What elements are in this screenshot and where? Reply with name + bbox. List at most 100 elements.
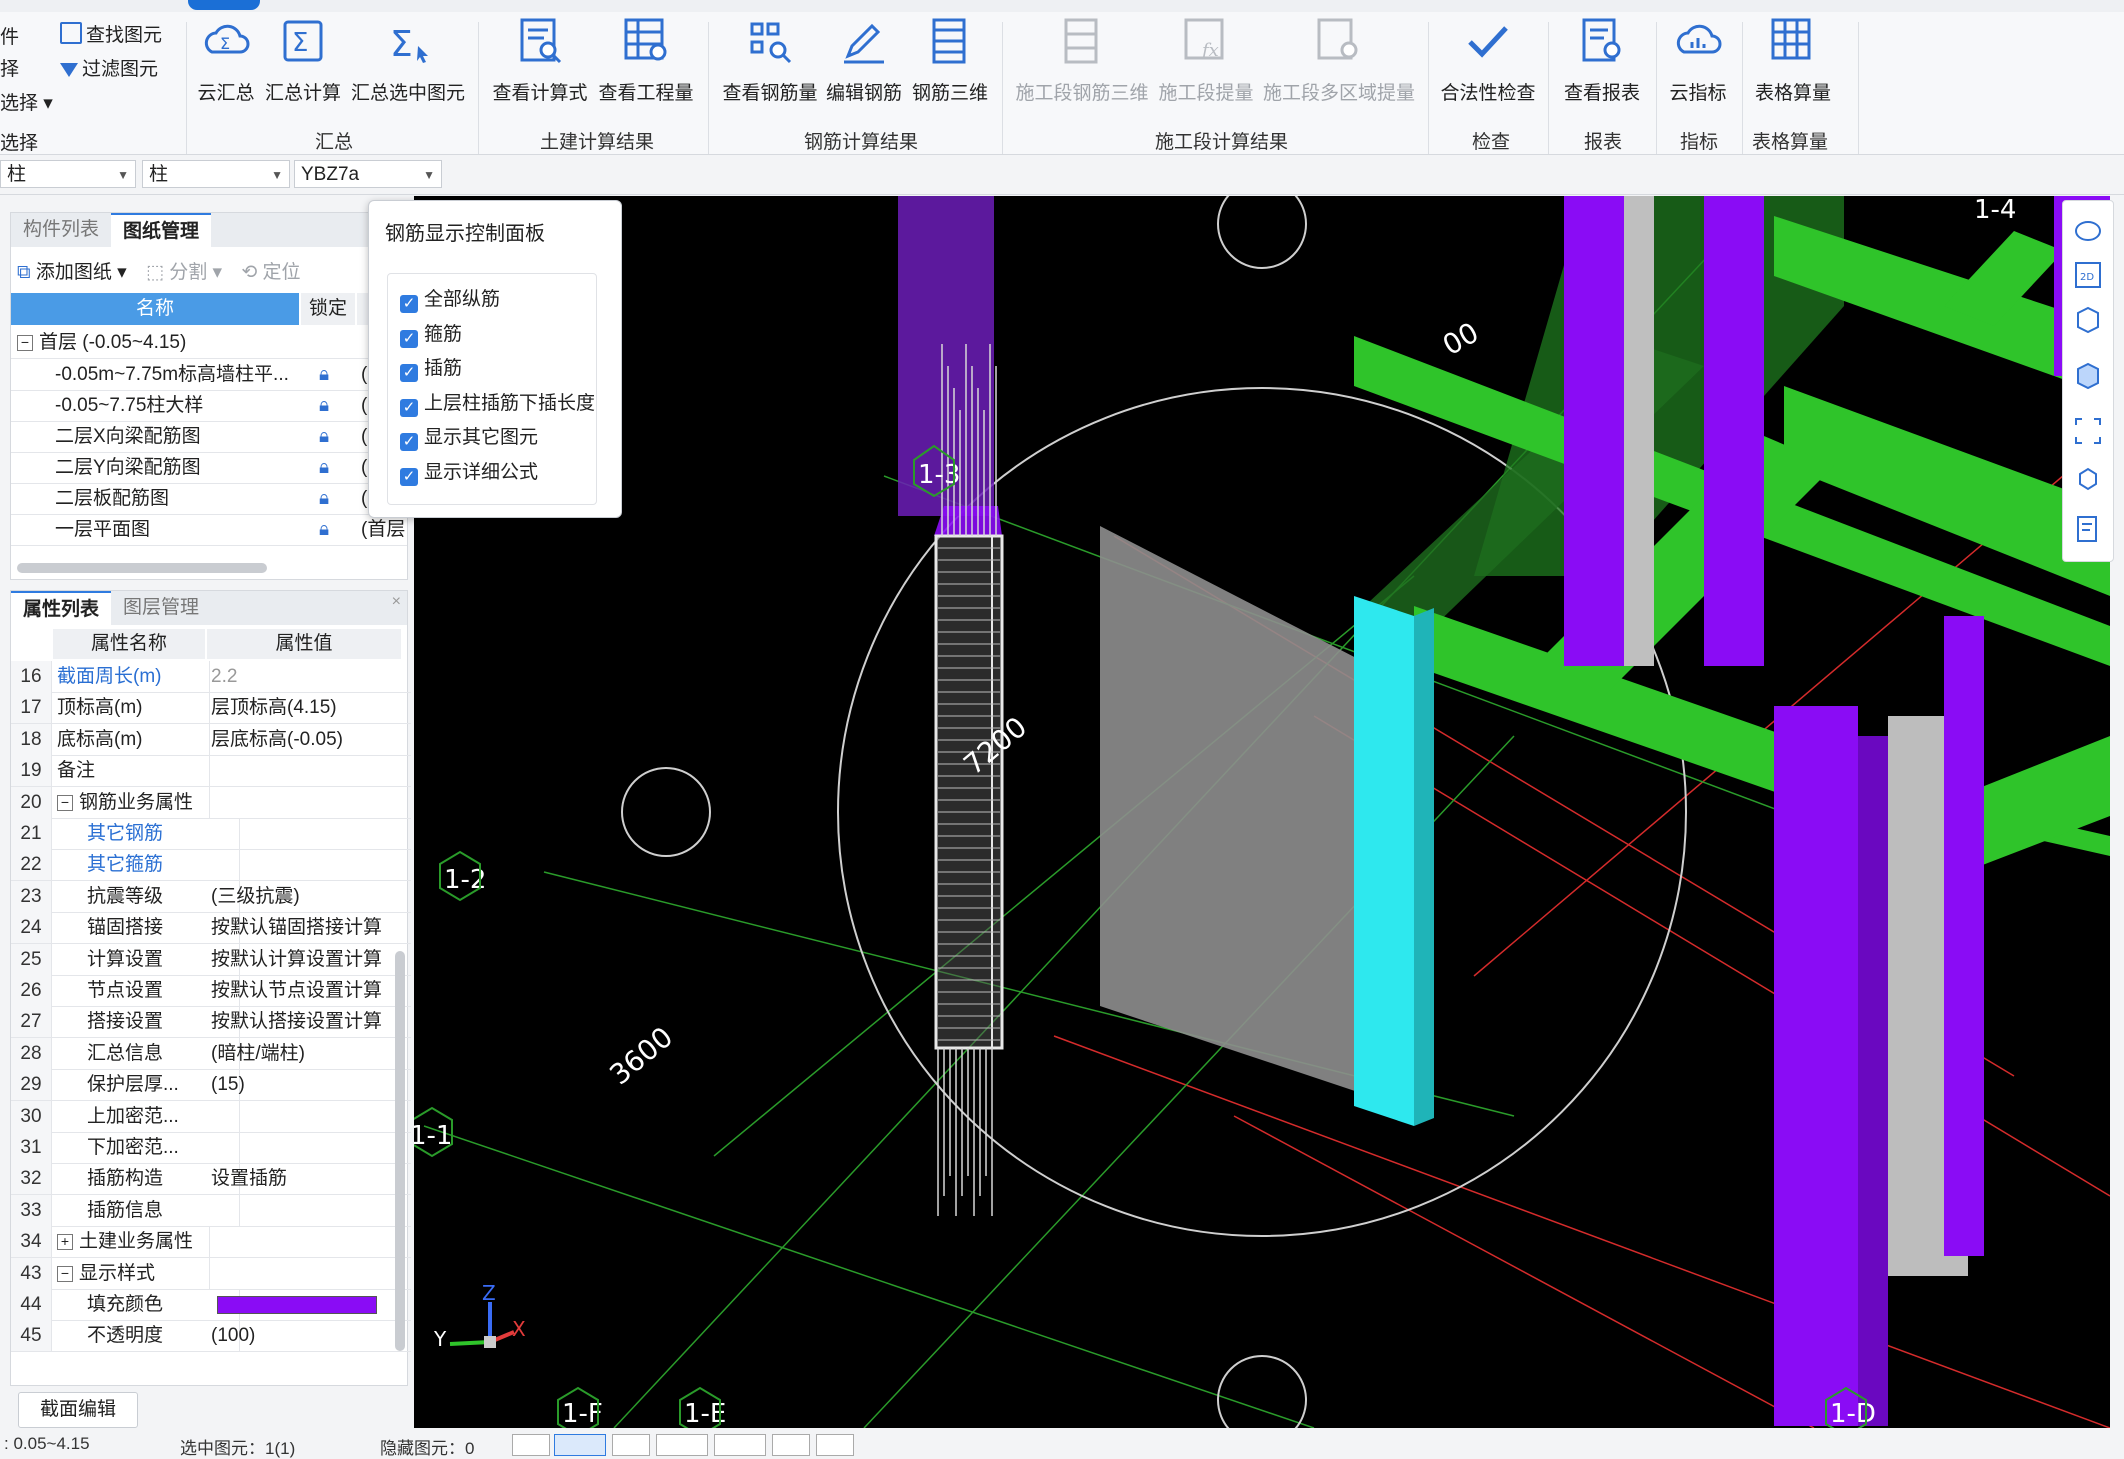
orbit-handle-bottom[interactable] [1217, 1355, 1307, 1428]
property-row[interactable]: 31 下加密范... [11, 1132, 411, 1164]
status-tool-1[interactable] [512, 1434, 550, 1456]
cloud-index-button[interactable]: 云指标 [1666, 14, 1730, 105]
column-header-name[interactable]: 名称 [11, 293, 299, 325]
rebar-option-checkbox[interactable]: ✓ 显示详细公式 [400, 457, 538, 486]
prop-value-cell[interactable] [211, 818, 401, 849]
prop-value-cell[interactable] [211, 1258, 401, 1289]
rebar-option-checkbox[interactable]: ✓ 上层柱插筋下插长度 [400, 388, 595, 417]
find-element-button[interactable]: 查找图元 [60, 20, 162, 47]
prop-value-cell[interactable]: 按默认节点设置计算 [211, 975, 401, 1006]
orbit-handle-top[interactable] [1217, 196, 1307, 269]
horizontal-scrollbar[interactable] [17, 563, 267, 573]
category-select[interactable]: 柱 ▼ [0, 160, 136, 188]
property-row[interactable]: 23 抗震等级 (三级抗震) [11, 880, 411, 913]
prop-value-cell[interactable] [211, 1132, 401, 1163]
prop-value-cell[interactable] [211, 849, 401, 880]
prop-value-cell[interactable]: 按默认计算设置计算 [211, 944, 401, 975]
prop-value-cell[interactable] [211, 1226, 401, 1257]
2d-view-icon[interactable]: 2D [2072, 259, 2104, 291]
validity-check-button[interactable]: 合法性检查 [1440, 14, 1536, 105]
rebar-option-checkbox[interactable]: ✓ 全部纵筋 [400, 284, 500, 313]
lock-icon[interactable]: 🔒︎ [319, 421, 329, 452]
rebar-option-checkbox[interactable]: ✓ 显示其它图元 [400, 422, 538, 451]
status-tool-6[interactable] [772, 1434, 810, 1456]
stage-extract-button[interactable]: fx 施工段提量 [1159, 14, 1254, 105]
collapse-icon[interactable]: − [57, 794, 73, 811]
drawing-row[interactable]: 二层X向梁配筋图 🔒︎ (首 [11, 421, 407, 453]
lock-icon[interactable]: 🔒︎ [319, 390, 329, 421]
prop-value-cell[interactable] [211, 1101, 401, 1132]
checkbox-checked-icon[interactable]: ✓ [400, 329, 418, 348]
ribbon-left-item[interactable]: 选择 ▾ [0, 88, 53, 115]
split-button[interactable]: ⬚ 分割 ▾ [146, 262, 222, 283]
property-row[interactable]: 19 备注 [11, 755, 411, 788]
section-edit-button[interactable]: 截面编辑 [18, 1392, 138, 1428]
prop-value-cell[interactable]: 设置插筋 [211, 1163, 401, 1194]
prop-value-cell[interactable]: (100) [211, 1320, 401, 1351]
property-row[interactable]: 34 + 土建业务属性 [11, 1226, 411, 1259]
rebar-column[interactable] [934, 506, 1004, 1050]
drawing-row[interactable]: 一层平面图 🔒︎ (首层 [11, 514, 407, 546]
property-row[interactable]: 28 汇总信息 (暗柱/端柱) [11, 1037, 411, 1070]
drawing-row[interactable]: 二层Y向梁配筋图 🔒︎ (首 [11, 452, 407, 484]
status-tool-3[interactable] [612, 1434, 650, 1456]
type-select[interactable]: 柱 ▼ [142, 160, 290, 188]
property-row[interactable]: 27 搭接设置 按默认搭接设置计算 [11, 1006, 411, 1039]
table-calc-button[interactable]: 表格算量 [1752, 14, 1834, 105]
checkbox-checked-icon[interactable]: ✓ [400, 433, 418, 451]
expand-icon[interactable]: + [57, 1234, 73, 1251]
drawing-row[interactable]: -0.05m~7.75m标高墙柱平... 🔒︎ (首 [11, 359, 407, 391]
floor-tree-node[interactable]: − 首层 (-0.05~4.15) [11, 327, 413, 359]
view-report-button[interactable]: 查看报表 [1562, 14, 1642, 105]
rebar-3d-button[interactable]: 钢筋三维 [912, 14, 988, 105]
lock-icon[interactable]: 🔒︎ [319, 452, 329, 483]
tab-drawing-management[interactable]: 图纸管理 [111, 213, 212, 249]
property-row[interactable]: 18 底标高(m) 层底标高(-0.05) [11, 723, 411, 756]
3d-scene[interactable]: 1-3 1-2 1-1 1-4 1-F 1-E 1-D 7200 3600 00 [414, 196, 2110, 1428]
prop-value-cell[interactable] [211, 1289, 401, 1320]
vertical-scrollbar[interactable] [395, 951, 405, 1351]
filter-element-button[interactable]: 过滤图元 [60, 54, 158, 81]
property-row[interactable]: 24 锚固搭接 按默认锚固搭接计算 [11, 912, 411, 945]
property-row[interactable]: 45 不透明度 (100) [11, 1320, 411, 1353]
prop-value-cell[interactable]: (三级抗震) [211, 881, 401, 912]
view-rebar-button[interactable]: 查看钢筋量 [720, 14, 820, 105]
property-row[interactable]: 22 其它箍筋 [11, 849, 411, 882]
checkbox-checked-icon[interactable]: ✓ [400, 295, 418, 313]
orbit-handle-left[interactable] [621, 767, 711, 857]
drawing-row[interactable]: 二层板配筋图 🔒︎ (首 [11, 483, 407, 515]
status-tool-4[interactable] [656, 1434, 708, 1456]
tab-property-list[interactable]: 属性列表 [11, 591, 112, 627]
view-quantity-button[interactable]: 查看工程量 [598, 14, 694, 105]
prop-value-cell[interactable] [211, 755, 401, 786]
status-tool-7[interactable] [816, 1434, 854, 1456]
status-tool-5[interactable] [714, 1434, 766, 1456]
drawing-row[interactable]: -0.05~7.75柱大样 🔒︎ (首 [11, 390, 407, 422]
rebar-option-checkbox[interactable]: ✓ 插筋 [400, 353, 462, 382]
property-row[interactable]: 16 截面周长(m) 2.2 [11, 661, 411, 693]
column-header-lock[interactable]: 锁定 [301, 293, 355, 325]
property-row[interactable]: 21 其它钢筋 [11, 818, 411, 850]
close-icon[interactable]: × [392, 593, 401, 611]
checkbox-checked-icon[interactable]: ✓ [400, 364, 418, 382]
property-row[interactable]: 32 插筋构造 设置插筋 [11, 1163, 411, 1196]
property-row[interactable]: 17 顶标高(m) 层顶标高(4.15) [11, 692, 411, 725]
lock-icon[interactable]: 🔒︎ [319, 359, 329, 390]
prop-value-cell[interactable] [211, 787, 401, 818]
collapse-icon[interactable]: − [17, 334, 33, 351]
cloud-sum-button[interactable]: Σ 云汇总 [196, 14, 256, 105]
tab-component-list[interactable]: 构件列表 [11, 213, 111, 247]
tab-layer-management[interactable]: 图层管理 [111, 591, 211, 625]
stage-rebar-3d-button[interactable]: 施工段钢筋三维 [1016, 14, 1149, 105]
3d-viewport[interactable]: 1-3 1-2 1-1 1-4 1-F 1-E 1-D 7200 3600 00 [414, 196, 2110, 1428]
property-row[interactable]: 25 计算设置 按默认计算设置计算 [11, 943, 411, 976]
property-row[interactable]: 26 节点设置 按默认节点设置计算 [11, 975, 411, 1007]
prop-value-cell[interactable]: 按默认搭接设置计算 [211, 1006, 401, 1037]
property-row[interactable]: 43 − 显示样式 [11, 1257, 411, 1290]
report-view-icon[interactable] [2072, 513, 2104, 545]
prop-value-cell[interactable]: 层底标高(-0.05) [211, 724, 401, 755]
property-row[interactable]: 44 填充颜色 [11, 1289, 411, 1321]
prop-value-cell[interactable] [211, 1195, 401, 1226]
ribbon-left-item[interactable]: 择 [0, 54, 19, 81]
cube-icon[interactable] [2072, 359, 2104, 391]
